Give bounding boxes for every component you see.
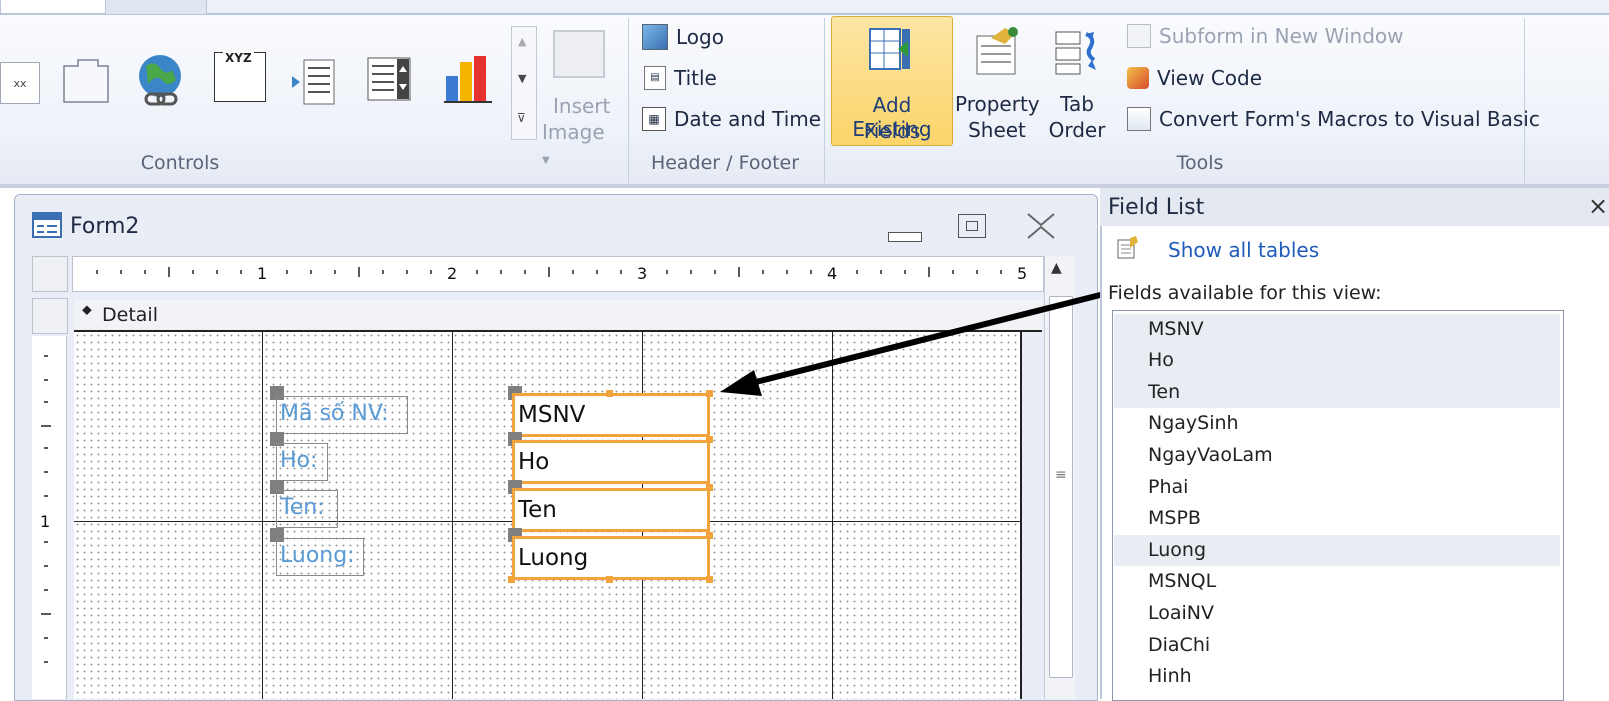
sizing-handle[interactable]: [706, 532, 713, 539]
field-list-header: Field List ×: [1100, 188, 1609, 226]
logo-button[interactable]: Logo: [642, 24, 724, 50]
sizing-handle[interactable]: [706, 484, 713, 491]
textbox-ho[interactable]: Ho: [512, 440, 710, 484]
subform-icon: [1127, 24, 1151, 48]
fields-available-caption: Fields available for this view:: [1108, 282, 1382, 304]
dropdown-arrow-icon: ▼: [542, 155, 550, 166]
gallery-more-icon[interactable]: ⊽: [517, 111, 526, 125]
tab-order-icon: [1052, 26, 1100, 75]
ruler-number: 3: [637, 264, 648, 283]
title-icon: ▤: [644, 66, 666, 90]
sizing-handle[interactable]: [606, 390, 613, 397]
convert-macros-button[interactable]: Convert Form's Macros to Visual Basic: [1127, 107, 1540, 131]
close-window-icon[interactable]: [1024, 212, 1058, 240]
field-list-item[interactable]: LoaiNV: [1148, 602, 1214, 624]
label-ma-so-nv[interactable]: Mã số NV:: [276, 396, 408, 434]
field-list-item[interactable]: Ten: [1148, 381, 1180, 403]
sizing-handle[interactable]: [508, 576, 515, 583]
listbox-control-icon[interactable]: [366, 56, 412, 102]
field-list-item[interactable]: MSNQL: [1148, 570, 1216, 592]
chart-control-icon[interactable]: [442, 52, 492, 104]
property-sheet-button[interactable]: Property Sheet: [955, 20, 1040, 144]
ribbon-group-separator: [824, 18, 825, 183]
sizing-handle[interactable]: [706, 436, 713, 443]
calendar-icon: ▦: [642, 107, 666, 131]
logo-icon: [642, 24, 668, 50]
textbox-msnv[interactable]: MSNV: [512, 393, 710, 437]
property-sheet-icon: [973, 26, 1021, 76]
label-luong[interactable]: Luong:: [276, 538, 364, 576]
show-all-tables-link[interactable]: Show all tables: [1168, 238, 1319, 262]
field-list-item[interactable]: MSNV: [1148, 318, 1204, 340]
section-collapse-icon: ⬥: [82, 302, 92, 318]
close-pane-icon[interactable]: ×: [1588, 192, 1608, 220]
minimize-icon[interactable]: [888, 232, 922, 242]
field-list-item[interactable]: MSPB: [1148, 507, 1201, 529]
vertical-ruler: 1: [32, 336, 67, 699]
restore-icon[interactable]: [958, 214, 986, 238]
view-code-icon: [1127, 67, 1149, 89]
field-list-item[interactable]: Ho: [1148, 349, 1174, 371]
gallery-down-arrow-icon[interactable]: ▼: [518, 72, 526, 85]
form-window-title: Form2: [70, 214, 140, 239]
label-ho[interactable]: Ho:: [276, 443, 328, 481]
scroll-up-arrow-icon[interactable]: ▲: [1051, 260, 1062, 276]
field-list-item[interactable]: Luong: [1148, 539, 1206, 561]
section-selector[interactable]: [32, 298, 68, 334]
field-list-item[interactable]: NgaySinh: [1148, 412, 1239, 434]
controls-gallery-scrollbar[interactable]: ▲ ▼ ⊽: [511, 26, 537, 140]
hyperlink-control-icon[interactable]: [136, 52, 186, 108]
ribbon-group-separator: [628, 18, 629, 183]
gallery-up-arrow-icon[interactable]: ▲: [518, 35, 526, 48]
field-list-item[interactable]: Phai: [1148, 476, 1188, 498]
grip-icon: ≡: [1055, 467, 1067, 483]
textbox-ten[interactable]: Ten: [512, 488, 710, 532]
annotation-arrow: [720, 289, 1113, 396]
image-icon: [553, 30, 605, 78]
textbox-control-icon[interactable]: xx: [0, 62, 40, 104]
ribbon-tab-area: [206, 0, 1609, 14]
web-browser-control-icon[interactable]: XYZ: [214, 51, 266, 102]
field-list-item[interactable]: Hinh: [1148, 665, 1192, 689]
date-and-time-button[interactable]: ▦ Date and Time: [642, 107, 821, 131]
add-existing-fields-button[interactable]: Add Existing Fields: [831, 16, 953, 146]
field-list-item[interactable]: DiaChi: [1148, 634, 1210, 656]
convert-macros-icon: [1127, 107, 1151, 131]
ribbon-tab[interactable]: [0, 0, 106, 14]
textbox-luong[interactable]: Luong: [512, 536, 710, 580]
label-ten[interactable]: Ten:: [276, 490, 338, 528]
ruler-number: 2: [447, 264, 458, 283]
add-fields-icon: [868, 27, 912, 71]
field-list-title: Field List: [1108, 195, 1205, 220]
navigation-control-icon[interactable]: [290, 56, 336, 106]
insert-image-button[interactable]: Insert Image ▼: [542, 22, 615, 166]
grid-line: [452, 332, 453, 699]
show-tables-icon: [1116, 236, 1140, 260]
tools-group-label: Tools: [1176, 152, 1224, 174]
form-selector[interactable]: [32, 256, 68, 292]
ribbon-group-separator: [1524, 18, 1525, 183]
header-footer-group-label: Header / Footer: [650, 152, 800, 174]
field-list-item[interactable]: NgayVaoLam: [1148, 444, 1273, 466]
sizing-handle[interactable]: [706, 576, 713, 583]
sizing-handle[interactable]: [606, 576, 613, 583]
grid-line: [262, 332, 263, 699]
title-button[interactable]: ▤ Title: [644, 66, 717, 90]
view-code-button[interactable]: View Code: [1127, 66, 1262, 90]
form-icon: [32, 212, 62, 238]
subform-new-window-button[interactable]: Subform in New Window: [1127, 24, 1403, 48]
tab-order-button[interactable]: Tab Order: [1044, 20, 1110, 144]
tab-control-icon[interactable]: [62, 58, 109, 103]
vruler-number: 1: [40, 512, 51, 531]
ruler-number: 1: [257, 264, 268, 283]
controls-group-label: Controls: [140, 152, 220, 174]
